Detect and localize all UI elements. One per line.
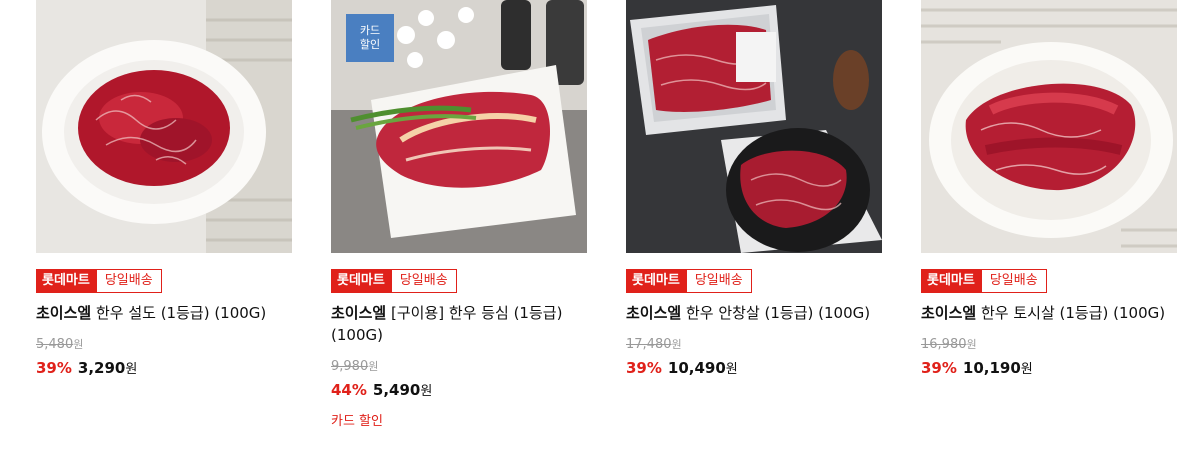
product-card[interactable]: 카드 할인 롯데마트 당일배송 초이스엘 [구이용] 한우 등심 (1등급) (… <box>331 0 587 429</box>
product-card[interactable]: 롯데마트 당일배송 초이스엘 한우 안창살 (1등급) (100G) 17,48… <box>626 0 882 377</box>
mart-tag: 롯데마트 <box>36 269 96 293</box>
product-name: 한우 설도 (1등급) (100G) <box>91 304 267 322</box>
product-image[interactable] <box>36 0 292 253</box>
product-brand: 초이스엘 <box>921 304 977 322</box>
delivery-tag: 당일배송 <box>685 269 752 293</box>
product-name: 한우 안창살 (1등급) (100G) <box>681 304 871 322</box>
mart-tag: 롯데마트 <box>626 269 686 293</box>
original-price: 9,980원 <box>331 359 379 374</box>
discount-rate: 44% <box>331 381 367 399</box>
mart-tag: 롯데마트 <box>331 269 391 293</box>
original-price: 16,980원 <box>921 337 977 352</box>
product-brand: 초이스엘 <box>36 304 92 322</box>
beef-photo-icon <box>921 0 1177 253</box>
card-discount-badge: 카드 할인 <box>346 14 394 62</box>
delivery-tag: 당일배송 <box>980 269 1047 293</box>
product-brand: 초이스엘 <box>626 304 682 322</box>
sale-price: 44% 5,490원 <box>331 381 433 399</box>
sale-price: 39% 10,490원 <box>626 359 738 377</box>
product-image[interactable]: 카드 할인 <box>331 0 587 253</box>
product-name: 한우 토시살 (1등급) (100G) <box>976 304 1166 322</box>
product-image[interactable] <box>626 0 882 253</box>
discount-rate: 39% <box>626 359 662 377</box>
sale-price: 39% 3,290원 <box>36 359 138 377</box>
product-title[interactable]: 초이스엘 한우 토시살 (1등급) (100G) <box>921 302 1177 324</box>
discount-rate: 39% <box>921 359 957 377</box>
product-image[interactable] <box>921 0 1177 253</box>
card-discount-note: 카드 할인 <box>331 414 383 429</box>
beef-photo-icon <box>36 0 292 253</box>
sale-price: 39% 10,190원 <box>921 359 1033 377</box>
product-title[interactable]: 초이스엘 한우 안창살 (1등급) (100G) <box>626 302 882 324</box>
original-price: 17,480원 <box>626 337 682 352</box>
discount-rate: 39% <box>36 359 72 377</box>
product-card[interactable]: 롯데마트 당일배송 초이스엘 한우 토시살 (1등급) (100G) 16,98… <box>921 0 1177 377</box>
product-title[interactable]: 초이스엘 [구이용] 한우 등심 (1등급) (100G) <box>331 302 587 346</box>
delivery-tag: 당일배송 <box>390 269 457 293</box>
product-card[interactable]: 롯데마트 당일배송 초이스엘 한우 설도 (1등급) (100G) 5,480원… <box>36 0 292 377</box>
product-brand: 초이스엘 <box>331 304 387 322</box>
mart-tag: 롯데마트 <box>921 269 981 293</box>
beef-photo-icon <box>626 0 882 253</box>
delivery-tag: 당일배송 <box>95 269 162 293</box>
product-title[interactable]: 초이스엘 한우 설도 (1등급) (100G) <box>36 302 292 324</box>
original-price: 5,480원 <box>36 337 84 352</box>
